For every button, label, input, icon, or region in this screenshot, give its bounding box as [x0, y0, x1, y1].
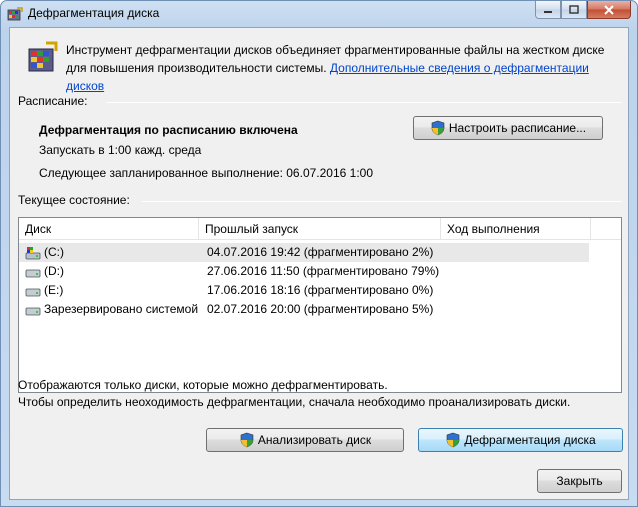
disk-name: (E:) — [44, 283, 64, 297]
disk-row-d[interactable]: (D:) 27.06.2016 11:50 (фрагментировано 7… — [19, 262, 589, 281]
minimize-icon — [544, 10, 552, 13]
close-button[interactable]: Закрыть — [537, 469, 622, 493]
intro-text: Инструмент дефрагментации дисков объедин… — [66, 41, 626, 95]
close-window-button[interactable] — [587, 1, 631, 19]
disk-last-run: 02.07.2016 20:00 (фрагментировано 5%) — [207, 302, 434, 316]
defrag-tool-icon — [28, 41, 58, 72]
uac-shield-icon — [447, 432, 460, 448]
schedule-group-label: Расписание: — [18, 94, 88, 108]
column-header-last-run[interactable]: Прошлый запуск — [199, 218, 441, 240]
schedule-status: Дефрагментация по расписанию включена — [39, 123, 298, 137]
current-status-divider — [142, 201, 622, 202]
disk-name: (D:) — [44, 264, 64, 278]
disk-list[interactable]: Диск Прошлый запуск Ход выполнения (C:) … — [18, 217, 622, 393]
hard-drive-icon — [25, 269, 41, 278]
title-bar[interactable]: Дефрагментация диска — [1, 1, 637, 27]
defragment-disk-label: Дефрагментация диска — [464, 433, 596, 447]
maximize-button[interactable] — [561, 1, 587, 19]
minimize-button[interactable] — [535, 1, 561, 19]
configure-schedule-label: Настроить расписание... — [448, 121, 587, 135]
schedule-divider — [106, 102, 622, 103]
disk-row-reserved[interactable]: Зарезервировано системой 02.07.2016 20:0… — [19, 300, 589, 319]
column-header-disk[interactable]: Диск — [19, 218, 199, 240]
disk-last-run: 04.07.2016 19:42 (фрагментировано 2%) — [207, 245, 434, 259]
current-status-group-label: Текущее состояние: — [18, 193, 130, 207]
maximize-icon — [569, 5, 579, 14]
system-drive-icon — [25, 247, 41, 260]
window-title: Дефрагментация диска — [28, 6, 160, 20]
schedule-next-run: Следующее запланированное выполнение: 06… — [39, 166, 374, 180]
note-line-1: Отображаются только диски, которые можно… — [18, 378, 388, 392]
caption-buttons — [535, 1, 631, 19]
disk-row-c[interactable]: (C:) 04.07.2016 19:42 (фрагментировано 2… — [19, 243, 589, 262]
analyze-disk-label: Анализировать диск — [257, 433, 372, 447]
disk-row-e[interactable]: (E:) 17.06.2016 18:16 (фрагментировано 0… — [19, 281, 589, 300]
defrag-window: Дефрагментация диска Инструмент дефрагме… — [0, 0, 638, 507]
disk-last-run: 17.06.2016 18:16 (фрагментировано 0%) — [207, 283, 434, 297]
notes: Отображаются только диски, которые можно… — [18, 377, 570, 411]
analyze-disk-button[interactable]: Анализировать диск — [206, 428, 404, 452]
defragment-disk-button[interactable]: Дефрагментация диска — [418, 428, 623, 452]
hard-drive-icon — [25, 307, 41, 316]
column-header-progress[interactable]: Ход выполнения — [441, 218, 591, 240]
uac-shield-icon — [240, 432, 254, 448]
disk-name: (C:) — [44, 245, 64, 259]
disk-name: Зарезервировано системой — [44, 302, 199, 316]
note-line-2: Чтобы определить неоходимость дефрагмент… — [18, 395, 571, 409]
schedule-run-time: Запускать в 1:00 кажд. среда — [39, 143, 202, 157]
close-button-label: Закрыть — [556, 474, 603, 488]
disk-list-header: Диск Прошлый запуск Ход выполнения — [19, 218, 621, 240]
configure-schedule-button[interactable]: Настроить расписание... — [413, 116, 603, 140]
disk-last-run: 27.06.2016 11:50 (фрагментировано 79%) — [207, 264, 440, 278]
hard-drive-icon — [25, 288, 41, 297]
defrag-app-icon — [7, 7, 23, 21]
dialog-content: Инструмент дефрагментации дисков объедин… — [9, 27, 629, 500]
uac-shield-icon — [431, 120, 445, 136]
close-icon — [604, 4, 614, 15]
